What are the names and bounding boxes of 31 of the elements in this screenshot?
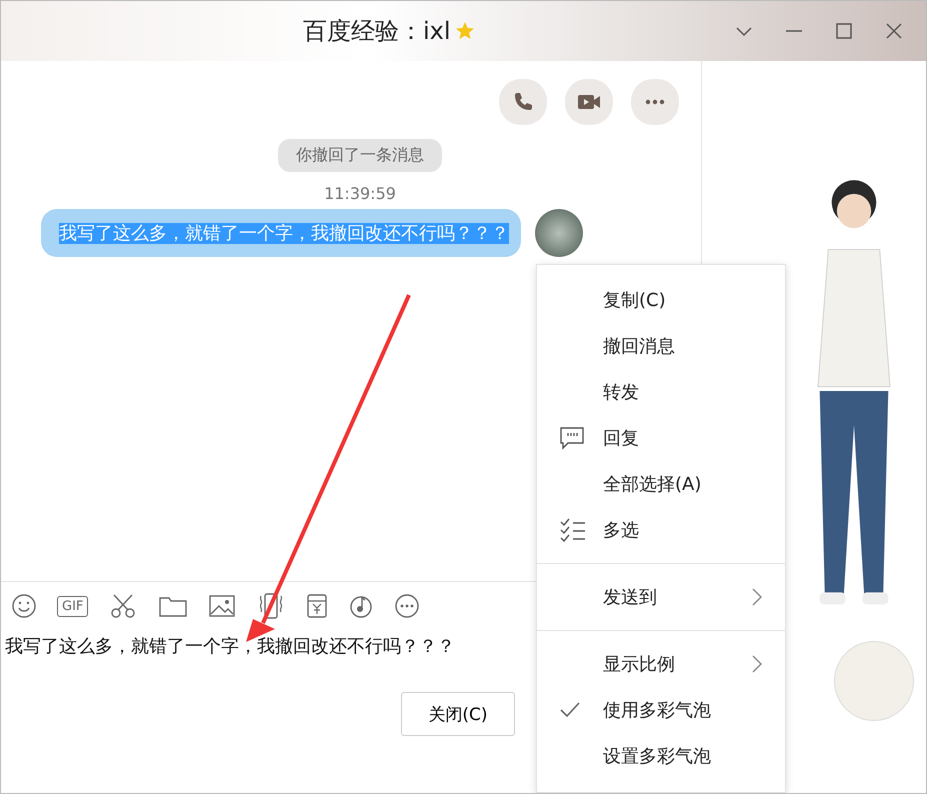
recall-notice: 你撤回了一条消息 xyxy=(278,139,442,172)
menu-item[interactable]: 转发 xyxy=(537,369,785,415)
menu-item[interactable]: 发送到 xyxy=(537,574,785,620)
menu-item[interactable]: 显示比例 xyxy=(537,641,785,687)
message-text: 我写了这么多，就错了一个字，我撤回改还不行吗？？？ xyxy=(59,223,509,244)
menu-item[interactable]: 全部选择(A) xyxy=(537,461,785,507)
star-icon xyxy=(454,21,475,41)
window-title: 百度经验：ixl xyxy=(303,16,451,47)
gif-button[interactable]: GIF xyxy=(57,596,88,616)
close-button[interactable]: 关闭(C) xyxy=(401,692,515,736)
maximize-icon[interactable] xyxy=(834,21,854,41)
emoji-icon[interactable] xyxy=(11,593,37,619)
chevron-right-icon xyxy=(751,654,763,674)
message-time: 11:39:59 xyxy=(324,184,396,203)
more-icon xyxy=(645,99,665,105)
envelope-icon[interactable] xyxy=(306,593,328,619)
image-icon[interactable] xyxy=(208,594,236,618)
avatar-image[interactable] xyxy=(535,209,583,257)
video-call-button[interactable] xyxy=(565,79,613,125)
more-icon[interactable] xyxy=(394,593,420,619)
menu-item[interactable]: 回复 xyxy=(537,415,785,461)
menu-item[interactable]: 多选 xyxy=(537,507,785,553)
menu-item[interactable]: 设置多彩气泡 xyxy=(537,733,785,779)
menu-item[interactable]: 复制(C) xyxy=(537,277,785,323)
voice-call-button[interactable] xyxy=(499,79,547,125)
chevron-right-icon xyxy=(751,587,763,607)
quote-bubble-icon xyxy=(559,426,585,450)
checklist-icon xyxy=(559,518,587,542)
menu-item[interactable]: 撤回消息 xyxy=(537,323,785,369)
menu-item[interactable]: 使用多彩气泡 xyxy=(537,687,785,733)
close-icon[interactable] xyxy=(884,21,904,41)
